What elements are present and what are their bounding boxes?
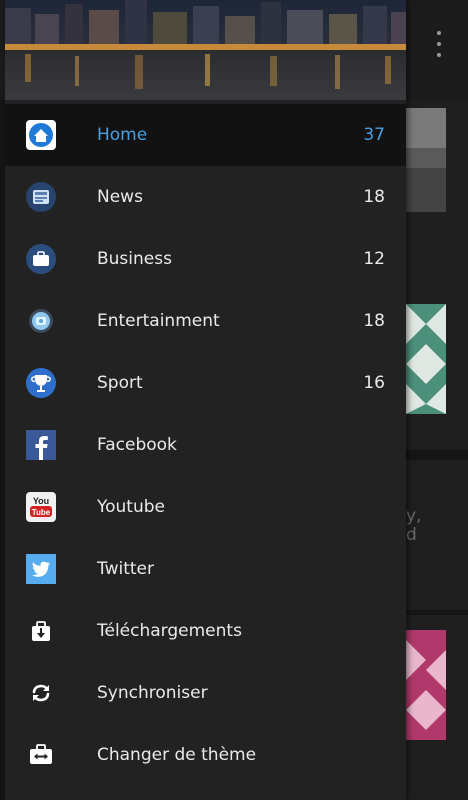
svg-text:You: You: [33, 496, 49, 506]
drawer-item-change-theme[interactable]: Changer de thème: [5, 724, 406, 786]
drawer-item-label: Sport: [97, 373, 143, 393]
svg-text:Tube: Tube: [32, 508, 51, 517]
twitter-icon: [26, 554, 56, 584]
sync-icon: [32, 684, 50, 702]
drawer-header-image: [5, 0, 406, 100]
change-theme-icon: [30, 744, 52, 764]
overflow-menu-icon[interactable]: [431, 31, 447, 57]
drawer-item-sport[interactable]: Sport 16: [5, 352, 406, 414]
drawer-item-label: Facebook: [97, 435, 177, 455]
drawer-item-count: 37: [363, 125, 385, 145]
drawer-item-label: Synchroniser: [97, 683, 208, 703]
youtube-icon: You Tube: [26, 492, 56, 522]
drawer-item-label: Youtube: [97, 497, 165, 517]
drawer-item-label: Twitter: [97, 559, 154, 579]
drawer-item-entertainment[interactable]: Entertainment 18: [5, 290, 406, 352]
drawer-item-news[interactable]: News 18: [5, 166, 406, 228]
trophy-icon: [26, 368, 56, 398]
briefcase-icon: [26, 244, 56, 274]
navigation-drawer: Home 37 News 18 Business 12 Entertainmen…: [5, 0, 406, 800]
drawer-item-count: 18: [363, 311, 385, 331]
drawer-item-facebook[interactable]: Facebook: [5, 414, 406, 476]
article-thumbnail: [406, 304, 446, 414]
drawer-item-label: Entertainment: [97, 311, 220, 331]
drawer-item-count: 12: [363, 249, 385, 269]
drawer-item-youtube[interactable]: You Tube Youtube: [5, 476, 406, 538]
article-thumbnail: [406, 630, 446, 740]
article-snippet: d: [406, 525, 417, 545]
drawer-item-label: Téléchargements: [97, 621, 242, 641]
article-thumbnail: [406, 108, 446, 212]
drawer-item-twitter[interactable]: Twitter: [5, 538, 406, 600]
article-snippet: y,: [406, 506, 422, 526]
facebook-icon: [26, 430, 56, 460]
drawer-item-count: 16: [363, 373, 385, 393]
home-icon: [26, 120, 56, 150]
drawer-item-downloads[interactable]: Téléchargements: [5, 600, 406, 662]
drawer-item-label: Home: [97, 125, 148, 145]
entertainment-icon: [29, 309, 53, 333]
drawer-item-label: News: [97, 187, 143, 207]
drawer-item-home[interactable]: Home 37: [5, 104, 406, 166]
drawer-item-business[interactable]: Business 12: [5, 228, 406, 290]
download-icon: [32, 621, 50, 641]
drawer-menu: Home 37 News 18 Business 12 Entertainmen…: [5, 104, 406, 786]
news-icon: [26, 182, 56, 212]
drawer-item-label: Business: [97, 249, 172, 269]
drawer-item-label: Changer de thème: [97, 745, 257, 765]
drawer-item-sync[interactable]: Synchroniser: [5, 662, 406, 724]
drawer-item-count: 18: [363, 187, 385, 207]
